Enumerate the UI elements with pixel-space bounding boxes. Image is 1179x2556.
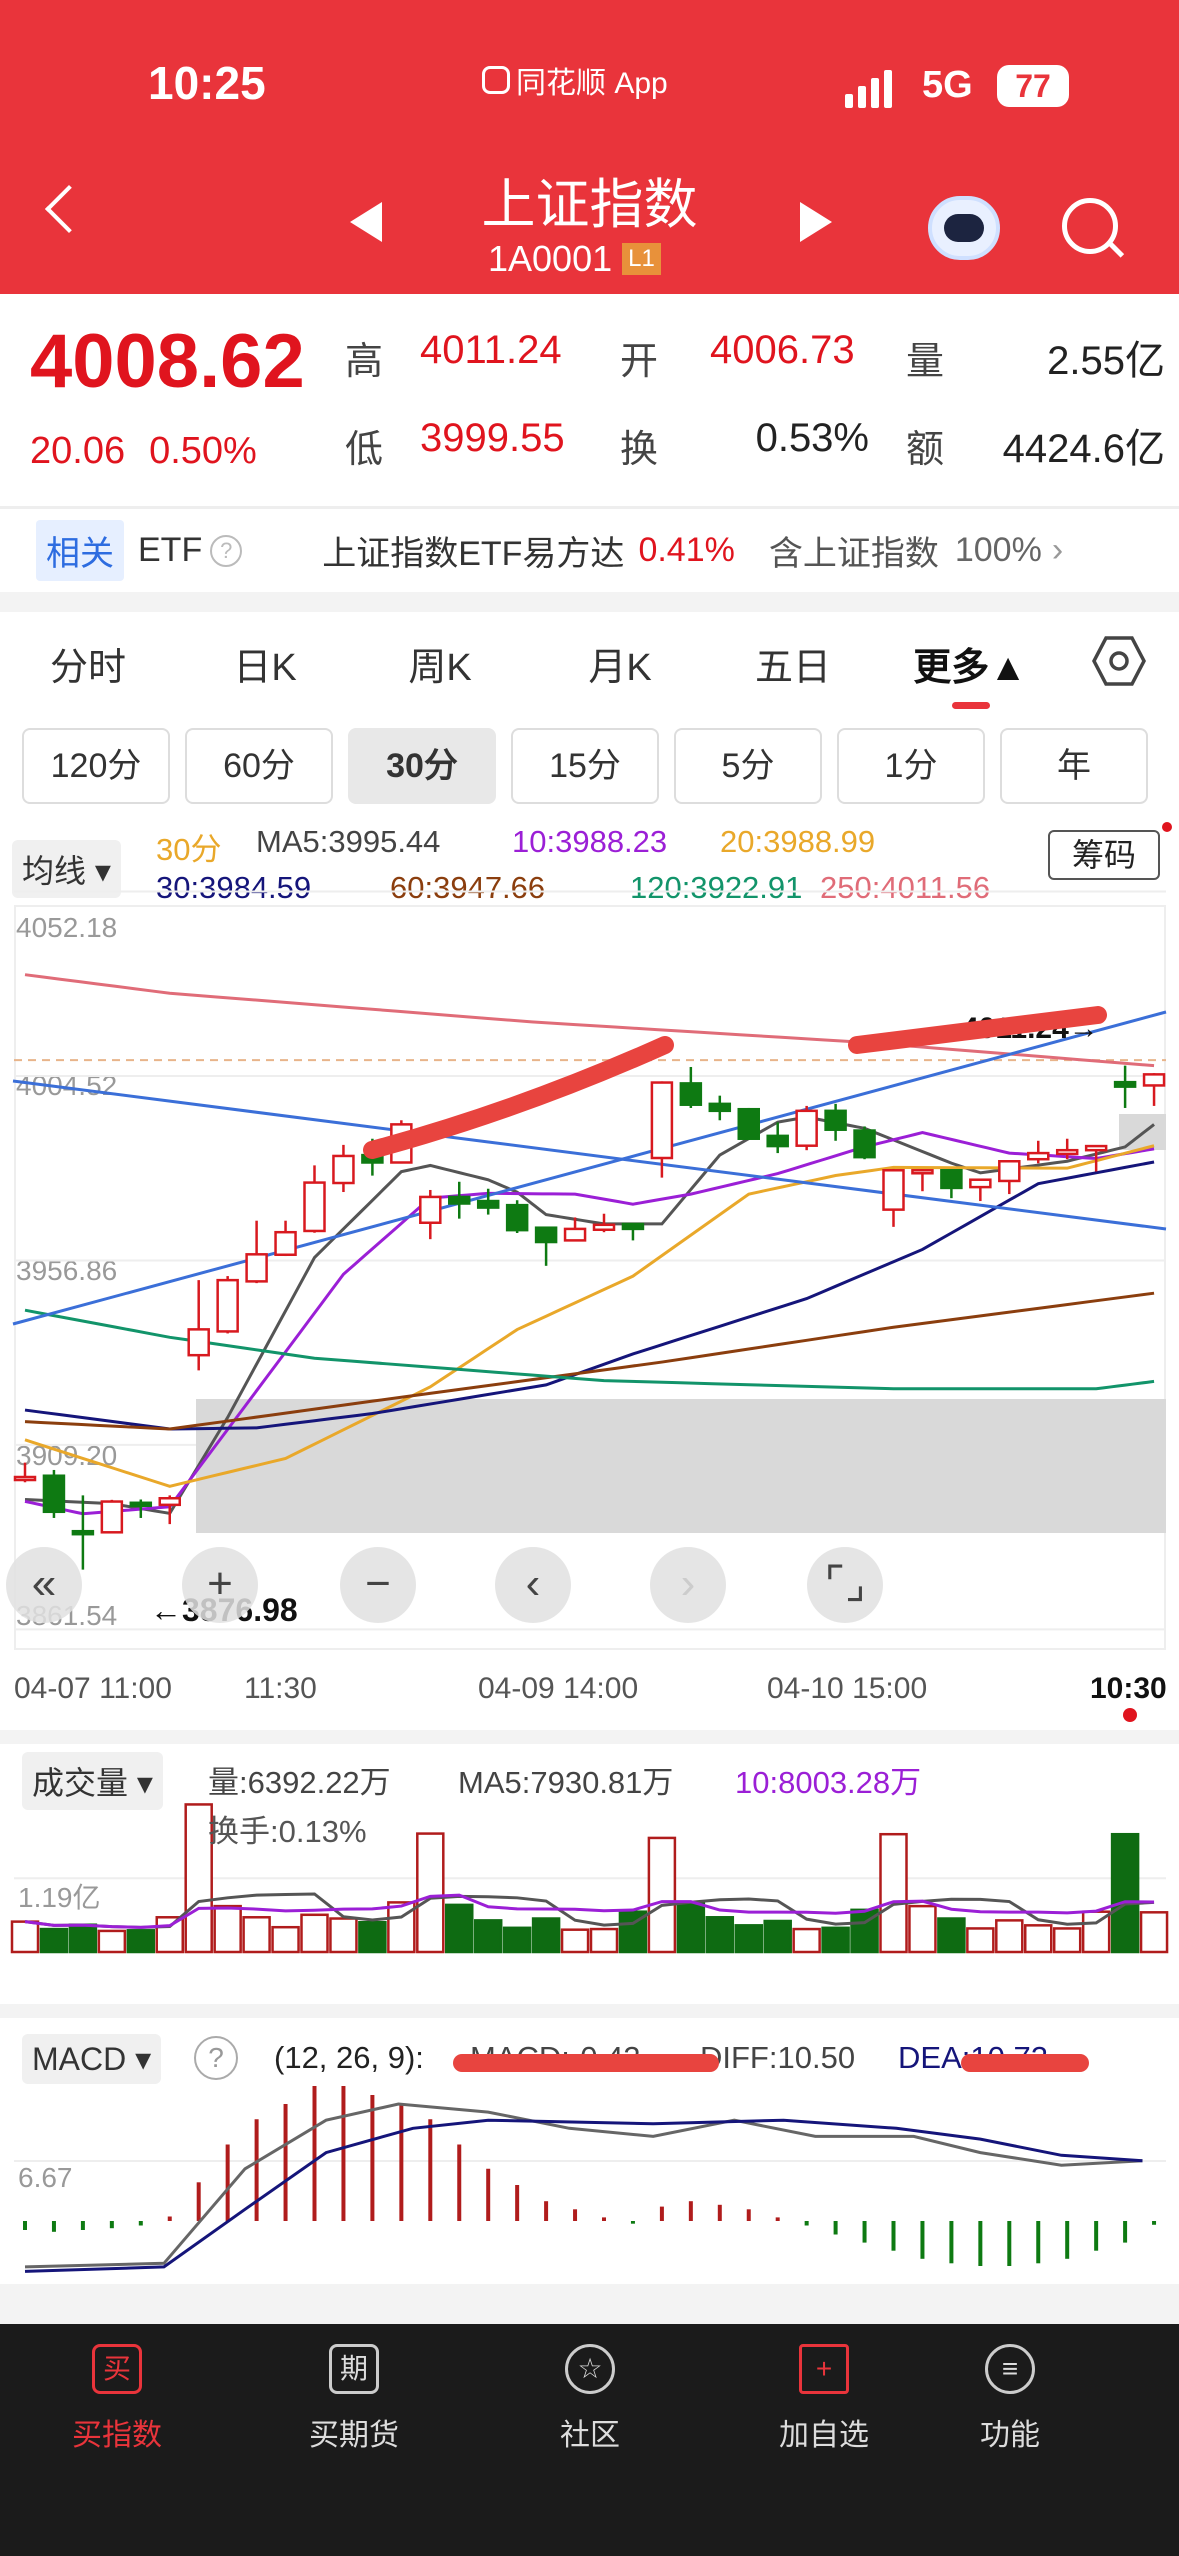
quote-label-3: 低 <box>345 429 384 471</box>
quote-label-2: 量 <box>906 341 945 383</box>
annotation-stroke <box>848 1006 1107 1054</box>
nav-label: 功能 <box>980 2419 1040 2452</box>
nav-label: 买期货 <box>309 2419 399 2452</box>
futures-icon: 期 <box>329 2344 379 2394</box>
quote-value-2: 2.55亿 <box>1047 339 1165 383</box>
quote-label-0: 高 <box>345 341 384 383</box>
nav-item-0[interactable]: 买买指数 <box>37 2344 197 2454</box>
nav-label: 买指数 <box>72 2419 162 2452</box>
annotation-stroke <box>363 1036 674 1159</box>
add-watchlist-icon: + <box>799 2344 849 2394</box>
nav-item-1[interactable]: 期买期货 <box>274 2344 434 2454</box>
quote-value-5: 4424.6亿 <box>1002 427 1165 471</box>
annotation-strokes <box>363 1006 1107 2072</box>
community-icon: ☆ <box>565 2344 615 2394</box>
quote-label-5: 额 <box>906 429 945 471</box>
quote-value-4: 0.53% <box>755 416 869 460</box>
nav-label: 加自选 <box>779 2419 869 2452</box>
divider <box>0 2284 1179 2324</box>
quote-label-4: 换 <box>620 429 659 471</box>
nav-item-4[interactable]: ≡ 功能 <box>930 2344 1090 2454</box>
nav-label: 社区 <box>560 2419 620 2452</box>
quote-value-1: 4006.73 <box>710 328 855 372</box>
quote-label-1: 开 <box>620 341 659 383</box>
quote-value-3: 3999.55 <box>420 416 565 460</box>
buy-index-icon: 买 <box>92 2344 142 2394</box>
quote-value-0: 4011.24 <box>420 328 562 372</box>
nav-item-2[interactable]: ☆ 社区 <box>510 2344 670 2454</box>
nav-item-3[interactable]: + 加自选 <box>744 2344 904 2454</box>
menu-icon: ≡ <box>985 2344 1035 2394</box>
bottom-nav: 买买指数期买期货 ☆ 社区 + 加自选 ≡ 功能 <box>0 2324 1179 2556</box>
